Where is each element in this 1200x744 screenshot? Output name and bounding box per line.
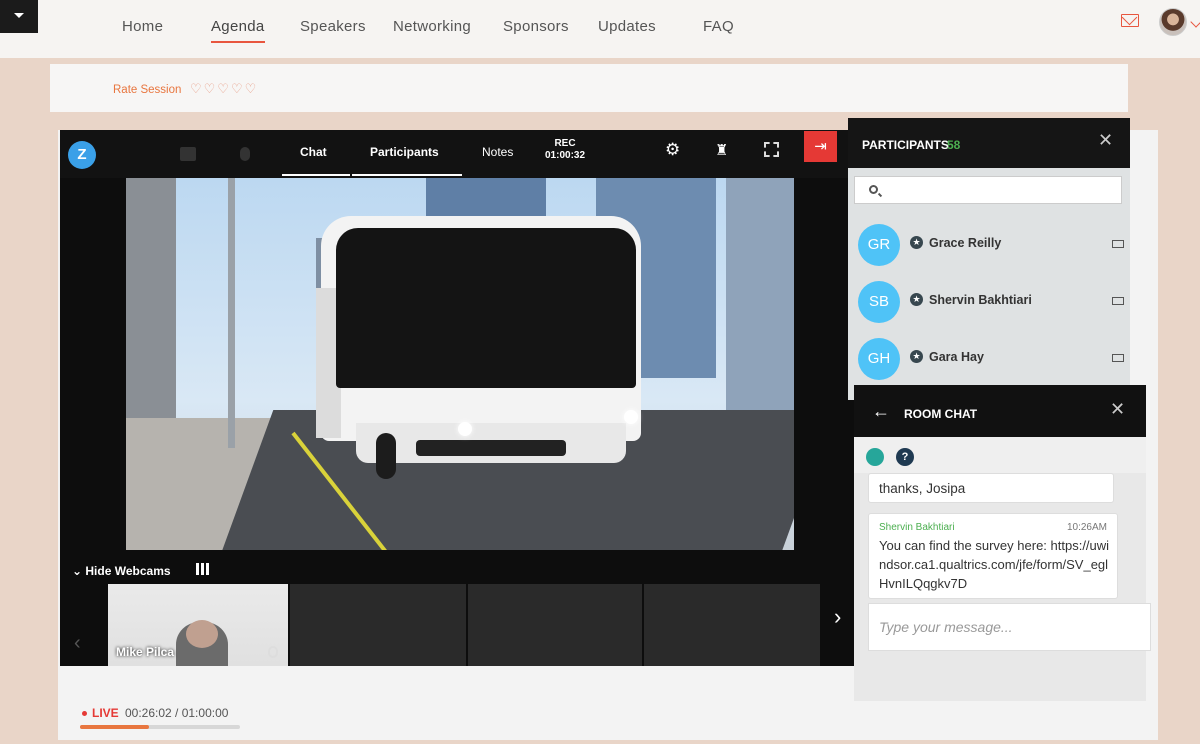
webcam-slot (468, 584, 642, 666)
device-icon (1112, 240, 1124, 248)
nav-networking[interactable]: Networking (393, 18, 471, 35)
live-progress-fill (80, 725, 150, 729)
participants-panel: PARTICIPANTS 58 ✕ GR ★ Grace Reilly SB ★… (848, 118, 1130, 400)
live-progress (80, 725, 240, 729)
chevron-right-icon[interactable]: › (834, 604, 841, 630)
nav-speakers[interactable]: Speakers (300, 18, 366, 35)
nav-home[interactable]: Home (122, 18, 163, 35)
participants-count: 58 (947, 138, 961, 152)
star-icon: ★ (910, 293, 923, 306)
close-icon[interactable]: ✕ (1098, 130, 1113, 151)
grid-icon[interactable] (196, 563, 210, 575)
rating-hearts[interactable]: ♡♡♡♡♡ (190, 81, 258, 97)
room-chat-panel: ← ROOM CHAT ✕ ? thanks, Josipa Shervin B… (854, 385, 1151, 701)
tab-participants-underline (352, 174, 462, 176)
participant-row[interactable]: SB ★ Shervin Bakhtiari (848, 275, 1130, 333)
tab-chat[interactable]: Chat (300, 145, 327, 159)
participants-title: PARTICIPANTS (862, 138, 949, 152)
seat-icon[interactable]: ♜ (715, 141, 728, 159)
participant-avatar: GR (858, 224, 900, 266)
participant-row[interactable]: GH ★ Gara Hay (848, 332, 1130, 390)
chat-message-time: 10:26AM (1066, 522, 1107, 533)
rec-time: 01:00:32 (545, 150, 586, 161)
hide-webcams-label: Hide Webcams (85, 564, 171, 578)
device-icon (1112, 297, 1124, 305)
live-dot (82, 711, 87, 716)
gear-icon[interactable]: ⚙ (665, 140, 680, 160)
bus-grill (416, 440, 566, 456)
tab-notes[interactable]: Notes (482, 145, 513, 159)
video-stream[interactable] (126, 178, 794, 550)
building-far-right (726, 178, 794, 418)
bus-wheel (376, 433, 396, 479)
close-icon[interactable]: ✕ (1110, 399, 1125, 420)
nav-sponsors[interactable]: Sponsors (503, 18, 569, 35)
bus-windshield (336, 228, 636, 388)
live-label: LIVE (92, 706, 119, 720)
nav-faq[interactable]: FAQ (703, 18, 734, 35)
recording-indicator: REC 01:00:32 (545, 138, 585, 162)
chat-message: thanks, Josipa (868, 473, 1114, 503)
participant-name: Grace Reilly (929, 236, 1002, 250)
star-icon: ★ (910, 236, 923, 249)
participant-name: Gara Hay (929, 350, 984, 364)
chat-message-input[interactable]: Type your message... (868, 603, 1151, 651)
hide-webcams-toggle[interactable]: ⌄ Hide Webcams (72, 564, 171, 578)
webcam-slot (644, 584, 820, 666)
live-time: 00:26:02 / 01:00:00 (125, 706, 229, 720)
room-chat-header: ← ROOM CHAT ✕ (854, 385, 1146, 437)
video-player: Z Chat Participants Notes REC 01:00:32 ⚙… (60, 130, 866, 666)
webcam-tile[interactable]: Mike Pilca (108, 584, 288, 666)
tab-participants[interactable]: Participants (370, 145, 439, 159)
webcam-strip: Mike Pilca (108, 584, 820, 666)
chat-message-text: You can find the survey here: https://uw… (879, 538, 1110, 591)
street-pole (228, 178, 235, 448)
app-logo: Z (68, 141, 96, 169)
star-icon: ★ (910, 350, 923, 363)
mic-icon (268, 646, 278, 658)
emoji-icon[interactable] (866, 448, 884, 466)
rate-session-label: Rate Session (113, 84, 182, 96)
help-icon[interactable]: ? (896, 448, 914, 466)
chat-message: Shervin Bakhtiari 10:26AM You can find t… (868, 513, 1118, 599)
user-avatar[interactable] (1159, 8, 1187, 36)
nav-agenda[interactable]: Agenda (211, 18, 265, 43)
building-left (126, 178, 176, 428)
participant-search-input[interactable] (854, 176, 1122, 204)
participant-avatar: GH (858, 338, 900, 380)
participants-header: PARTICIPANTS 58 ✕ (848, 118, 1130, 168)
rec-label: REC (554, 138, 576, 149)
back-arrow-icon[interactable]: ← (872, 401, 890, 422)
tab-chat-underline (282, 174, 350, 176)
webcam-slot (290, 584, 466, 666)
bus-headlight-right (624, 410, 638, 424)
bus-headlight-left (458, 422, 472, 436)
fullscreen-icon[interactable] (764, 142, 779, 157)
webcam-person (176, 620, 228, 666)
camera-icon[interactable] (180, 147, 196, 161)
participant-row[interactable]: GR ★ Grace Reilly (848, 218, 1130, 276)
webcam-name: Mike Pilca (116, 645, 175, 659)
top-nav: Home Agenda Speakers Networking Sponsors… (0, 0, 1200, 58)
participant-avatar: SB (858, 281, 900, 323)
chat-message-author: Shervin Bakhtiari (879, 522, 955, 533)
exit-icon[interactable]: ⇥ (804, 131, 837, 162)
participant-name: Shervin Bakhtiari (929, 293, 1032, 307)
search-icon (869, 185, 878, 194)
chat-message-text: thanks, Josipa (879, 481, 966, 496)
menu-caret-icon[interactable] (0, 0, 38, 33)
chat-toolbar: ? (854, 437, 1146, 473)
device-icon (1112, 354, 1124, 362)
rate-session-bar: Rate Session ♡♡♡♡♡ (50, 64, 1128, 112)
player-toolbar: Z Chat Participants Notes REC 01:00:32 ⚙… (60, 130, 866, 178)
nav-updates[interactable]: Updates (598, 18, 656, 35)
room-chat-title: ROOM CHAT (904, 407, 978, 421)
chevron-down-icon[interactable] (1190, 16, 1200, 28)
mic-icon[interactable] (240, 147, 250, 161)
chevron-left-icon[interactable]: ‹ (74, 632, 81, 655)
mail-icon[interactable] (1121, 14, 1139, 27)
